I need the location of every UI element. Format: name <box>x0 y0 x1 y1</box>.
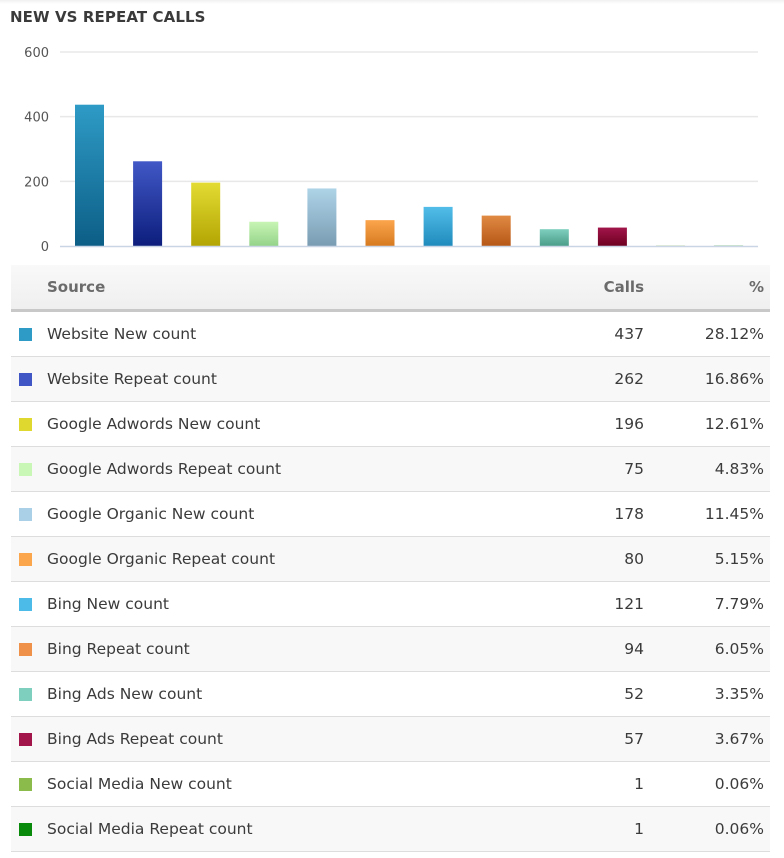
row-calls: 57 <box>624 730 644 748</box>
row-percent: 16.86% <box>704 370 764 388</box>
row-label: Website New count <box>47 325 197 343</box>
bar[interactable]: Google Organic New count: 178 <box>307 188 337 246</box>
row-label: Google Adwords Repeat count <box>47 460 282 478</box>
grid-lines <box>60 51 758 183</box>
bar[interactable]: Bing Ads New count: 52 <box>539 229 569 246</box>
row-source: Google Adwords Repeat count <box>11 460 540 478</box>
row-percent: 7.79% <box>714 595 764 613</box>
top-shade <box>0 0 784 4</box>
color-swatch-icon <box>19 462 32 476</box>
bars: Website New count: 437 Website Repeat cou… <box>75 104 744 246</box>
row-label: Google Organic New count <box>47 505 255 523</box>
row-percent: 3.67% <box>714 730 764 748</box>
bar[interactable]: Bing Repeat count: 94 <box>481 215 511 246</box>
row-source: Social Media Repeat count <box>11 820 540 838</box>
row-source: Bing Ads Repeat count <box>11 730 540 748</box>
table-body: Website New count 437 28.12% Website Repeat… <box>11 312 770 852</box>
header-calls[interactable]: Calls <box>540 278 660 296</box>
y-axis-ticks: 0 200 400 600 <box>24 46 49 255</box>
table-header: Source Calls % <box>11 265 770 312</box>
table-row[interactable]: Google Organic Repeat count 80 5.15% <box>11 537 770 582</box>
bar[interactable]: Bing New count: 121 <box>423 206 453 246</box>
table-row[interactable]: Google Adwords New count 196 12.61% <box>11 402 770 447</box>
table-row[interactable]: Google Adwords Repeat count 75 4.83% <box>11 447 770 492</box>
row-percent: 5.15% <box>714 550 764 568</box>
row-percent: 4.83% <box>714 460 764 478</box>
color-swatch-icon <box>19 417 32 431</box>
color-swatch-icon <box>19 822 32 836</box>
row-label: Google Organic Repeat count <box>47 550 276 568</box>
table-row[interactable]: Bing Repeat count 94 6.05% <box>11 627 770 672</box>
row-label: Bing Ads Repeat count <box>47 730 223 748</box>
row-source: Bing New count <box>11 595 540 613</box>
row-calls: 80 <box>624 550 644 568</box>
row-source: Website New count <box>11 325 540 343</box>
row-label: Social Media New count <box>47 775 232 793</box>
row-percent: 12.61% <box>704 415 764 433</box>
color-swatch-icon <box>19 732 32 746</box>
table-row[interactable]: Bing Ads Repeat count 57 3.67% <box>11 717 770 762</box>
y-tick-label: 600 <box>24 46 49 61</box>
row-percent: 6.05% <box>714 640 764 658</box>
table-row[interactable]: Social Media New count 1 0.06% <box>11 762 770 807</box>
row-calls: 1 <box>634 775 644 793</box>
row-label: Website Repeat count <box>47 370 217 388</box>
row-label: Bing New count <box>47 595 169 613</box>
row-percent: 0.06% <box>714 775 764 793</box>
row-label: Social Media Repeat count <box>47 820 253 838</box>
calls-table: Source Calls % Website New count 437 28.12… <box>11 265 770 852</box>
row-calls: 178 <box>614 505 644 523</box>
row-calls: 437 <box>614 325 644 343</box>
row-percent: 3.35% <box>714 685 764 703</box>
table-row[interactable]: Website New count 437 28.12% <box>11 312 770 357</box>
row-source: Google Adwords New count <box>11 415 540 433</box>
color-swatch-icon <box>19 687 32 701</box>
row-calls: 196 <box>614 415 644 433</box>
table-row[interactable]: Social Media Repeat count 1 0.06% <box>11 807 770 852</box>
y-tick-label: 400 <box>24 111 49 126</box>
color-swatch-icon <box>19 327 32 341</box>
row-source: Social Media New count <box>11 775 540 793</box>
header-percent[interactable]: % <box>660 278 770 296</box>
table-row[interactable]: Bing Ads New count 52 3.35% <box>11 672 770 717</box>
bar[interactable]: Website Repeat count: 262 <box>133 161 163 246</box>
row-source: Bing Ads New count <box>11 685 540 703</box>
row-label: Bing Ads New count <box>47 685 203 703</box>
table-row[interactable]: Website Repeat count 262 16.86% <box>11 357 770 402</box>
row-calls: 1 <box>634 820 644 838</box>
header-source[interactable]: Source <box>11 278 540 296</box>
row-percent: 28.12% <box>704 325 764 343</box>
color-swatch-icon <box>19 507 32 521</box>
table-row[interactable]: Bing New count 121 7.79% <box>11 582 770 627</box>
bar[interactable]: Google Adwords Repeat count: 75 <box>249 221 279 246</box>
table-row[interactable]: Google Organic New count 178 11.45% <box>11 492 770 537</box>
row-source: Website Repeat count <box>11 370 540 388</box>
y-tick-label: 0 <box>41 240 49 255</box>
row-source: Google Organic Repeat count <box>11 550 540 568</box>
bar[interactable]: Website New count: 437 <box>75 104 104 246</box>
color-swatch-icon <box>19 372 32 386</box>
row-source: Google Organic New count <box>11 505 540 523</box>
row-percent: 0.06% <box>714 820 764 838</box>
y-tick-label: 200 <box>24 175 49 190</box>
color-swatch-icon <box>19 552 32 566</box>
bar[interactable]: Bing Ads Repeat count: 57 <box>597 227 627 246</box>
row-calls: 121 <box>614 595 644 613</box>
bar-chart: 0200400600 Website New count: 437Website… <box>24 46 758 255</box>
color-swatch-icon <box>19 642 32 656</box>
row-calls: 94 <box>624 640 644 658</box>
row-percent: 11.45% <box>704 505 764 523</box>
row-calls: 262 <box>614 370 644 388</box>
row-source: Bing Repeat count <box>11 640 540 658</box>
color-swatch-icon <box>19 597 32 611</box>
row-label: Google Adwords New count <box>47 415 261 433</box>
row-calls: 75 <box>624 460 644 478</box>
bar[interactable]: Google Organic Repeat count: 80 <box>365 220 395 246</box>
color-swatch-icon <box>19 777 32 791</box>
bar[interactable]: Google Adwords New count: 196 <box>191 182 221 246</box>
chart-title: NEW VS REPEAT CALLS <box>10 8 206 26</box>
row-label: Bing Repeat count <box>47 640 190 658</box>
row-calls: 52 <box>624 685 644 703</box>
